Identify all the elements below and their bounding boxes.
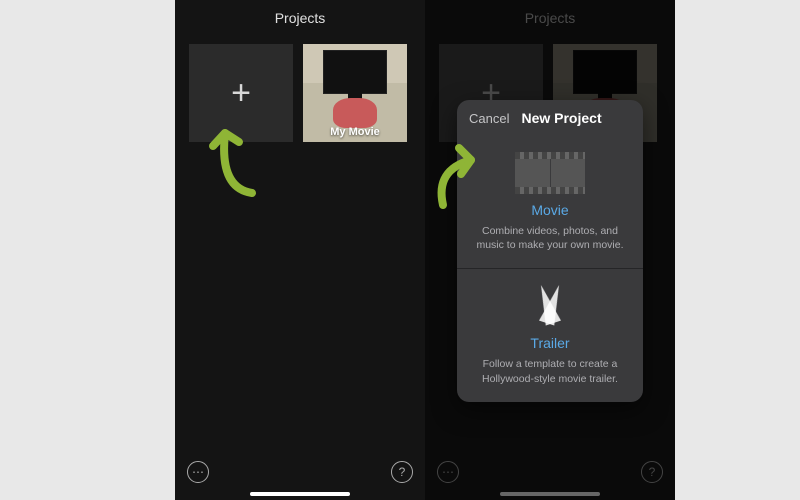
- project-thumbnail: My Movie: [303, 44, 407, 142]
- option-trailer-title: Trailer: [471, 335, 629, 351]
- more-button[interactable]: ⋯: [187, 461, 209, 483]
- option-trailer[interactable]: Trailer Follow a template to create a Ho…: [457, 268, 643, 401]
- option-movie-title: Movie: [471, 202, 629, 218]
- sheet-title: New Project: [521, 110, 601, 126]
- new-project-tile[interactable]: +: [189, 44, 293, 142]
- more-button[interactable]: ⋯: [437, 461, 459, 483]
- project-tile[interactable]: My Movie: [303, 44, 407, 142]
- screenshot-new-project-modal: Projects + My Movie ⋯ ? Cancel New Proje…: [425, 0, 675, 500]
- screenshot-projects: Projects + My Movie ⋯ ?: [175, 0, 425, 500]
- page-title: Projects: [175, 0, 425, 36]
- option-movie[interactable]: Movie Combine videos, photos, and music …: [457, 136, 643, 268]
- help-button[interactable]: ?: [641, 461, 663, 483]
- home-indicator[interactable]: [500, 492, 600, 496]
- cancel-button[interactable]: Cancel: [469, 111, 509, 126]
- new-project-sheet: Cancel New Project Movie Combine videos,…: [457, 100, 643, 402]
- plus-icon: +: [231, 74, 251, 113]
- option-trailer-desc: Follow a template to create a Hollywood-…: [471, 357, 629, 385]
- home-indicator[interactable]: [250, 492, 350, 496]
- projects-grid: + My Movie: [175, 36, 425, 150]
- option-movie-desc: Combine videos, photos, and music to mak…: [471, 224, 629, 252]
- spotlight-icon: [471, 283, 629, 329]
- help-button[interactable]: ?: [391, 461, 413, 483]
- page-title: Projects: [425, 0, 675, 36]
- sheet-header: Cancel New Project: [457, 100, 643, 136]
- filmstrip-icon: [471, 150, 629, 196]
- project-caption: My Movie: [330, 126, 380, 138]
